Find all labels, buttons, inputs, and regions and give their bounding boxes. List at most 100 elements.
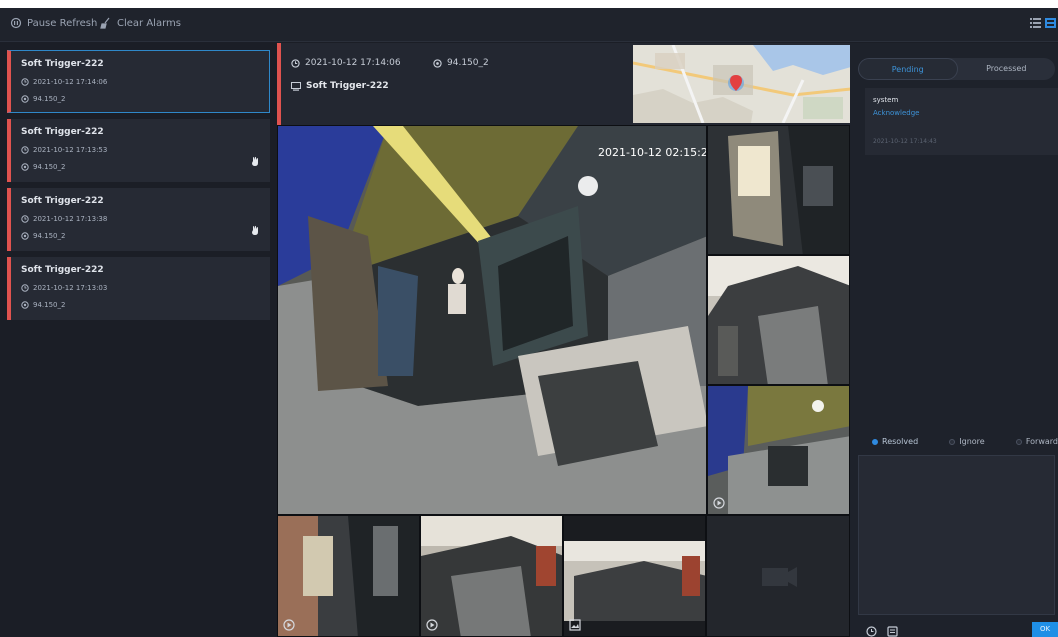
- detail-name-text: Soft Trigger-222: [306, 81, 389, 91]
- alarm-source: 94.150_2: [33, 301, 66, 309]
- playback-icon[interactable]: [283, 619, 295, 631]
- video-tile-frame: [421, 516, 562, 636]
- clear-alarms-button[interactable]: Clear Alarms: [100, 17, 181, 29]
- main-video[interactable]: 2021-10-12 02:15:20: [277, 125, 707, 515]
- alarm-source-row: 94.150_2: [21, 95, 65, 103]
- video-tile-frame: [708, 386, 849, 514]
- location-icon: [21, 95, 29, 103]
- detail-time: 2021-10-12 17:14:06: [291, 58, 401, 68]
- location-map[interactable]: [633, 45, 851, 123]
- no-video-icon: [762, 567, 797, 587]
- alarm-time: 2021-10-12 17:13:53: [33, 146, 108, 154]
- playback-icon[interactable]: [426, 619, 438, 631]
- location-icon: [433, 58, 442, 68]
- main-video-frame: 2021-10-12 02:15:20: [278, 126, 707, 514]
- video-tile-frame: [708, 126, 849, 254]
- hand-icon[interactable]: [251, 225, 260, 235]
- alarm-list: Soft Trigger-222 2021-10-12 17:14:06 94.…: [7, 50, 270, 637]
- video-tile[interactable]: [707, 385, 850, 515]
- alarm-title: Soft Trigger-222: [21, 59, 104, 69]
- process-log-entry: system Acknowledge 2021-10-12 17:14:43: [865, 88, 1058, 155]
- option-ignore-label: Ignore: [959, 437, 985, 446]
- process-options: Resolved Ignore Forward: [872, 437, 1058, 446]
- location-icon: [21, 232, 29, 240]
- detail-source-text: 94.150_2: [447, 58, 489, 68]
- video-tile[interactable]: [563, 515, 706, 637]
- detail-name: Soft Trigger-222: [291, 81, 389, 91]
- alarm-source-row: 94.150_2: [21, 232, 65, 240]
- clock-icon: [21, 215, 29, 223]
- clock-icon: [21, 284, 29, 292]
- empty-video-tile[interactable]: [706, 515, 850, 637]
- alarm-card[interactable]: Soft Trigger-222 2021-10-12 17:13:03 94.…: [7, 257, 270, 320]
- list-view-icon[interactable]: [1030, 18, 1041, 28]
- log-user: system: [873, 96, 899, 104]
- radio-icon: [949, 438, 956, 445]
- video-grid: 2021-10-12 02:15:20: [277, 125, 850, 637]
- alarm-card[interactable]: Soft Trigger-222 2021-10-12 17:13:53 94.…: [7, 119, 270, 182]
- pause-refresh-label: Pause Refresh: [27, 17, 98, 29]
- clock-icon: [21, 78, 29, 86]
- hand-icon[interactable]: [251, 156, 260, 166]
- pause-refresh-button[interactable]: Pause Refresh: [10, 17, 97, 29]
- playback-icon[interactable]: [713, 497, 725, 509]
- comment-textarea[interactable]: [858, 455, 1055, 615]
- radio-selected-icon: [872, 438, 878, 445]
- process-tabs: Pending Processed: [858, 58, 1055, 80]
- broom-icon: [100, 17, 110, 29]
- alarm-time-row: 2021-10-12 17:13:53: [21, 146, 107, 154]
- video-timestamp: 2021-10-12 02:15:20: [598, 146, 707, 159]
- alarm-detail: 2021-10-12 17:14:06 94.150_2 Soft Trigge…: [277, 43, 851, 637]
- video-tile-frame: [708, 256, 849, 384]
- refresh-icon: [10, 17, 22, 29]
- alarm-info-bar: 2021-10-12 17:14:06 94.150_2 Soft Trigge…: [277, 43, 851, 125]
- option-ignore[interactable]: Ignore: [949, 437, 985, 446]
- location-icon: [21, 301, 29, 309]
- alarm-source: 94.150_2: [33, 95, 66, 103]
- monitor-icon: [291, 81, 301, 91]
- image-icon[interactable]: [569, 619, 581, 631]
- alarm-source: 94.150_2: [33, 163, 66, 171]
- message-icon[interactable]: [887, 626, 898, 637]
- alarm-title: Soft Trigger-222: [21, 127, 104, 137]
- alarm-card[interactable]: Soft Trigger-222 2021-10-12 17:14:06 94.…: [7, 50, 270, 113]
- alarm-time: 2021-10-12 17:13:38: [33, 215, 108, 223]
- ok-button[interactable]: OK: [1032, 622, 1058, 637]
- process-panel: Pending Processed system Acknowledge 202…: [850, 43, 1058, 637]
- tab-processed[interactable]: Processed: [958, 58, 1056, 80]
- detail-time-text: 2021-10-12 17:14:06: [305, 58, 401, 68]
- clock-icon[interactable]: [866, 626, 877, 637]
- clock-icon: [291, 58, 300, 68]
- alarm-source: 94.150_2: [33, 232, 66, 240]
- comment-tools: [866, 626, 898, 637]
- alarm-title: Soft Trigger-222: [21, 265, 104, 275]
- video-tile[interactable]: [707, 125, 850, 255]
- location-icon: [21, 163, 29, 171]
- log-action: Acknowledge: [873, 109, 920, 117]
- alarm-time-row: 2021-10-12 17:13:03: [21, 284, 107, 292]
- alarm-card[interactable]: Soft Trigger-222 2021-10-12 17:13:38 94.…: [7, 188, 270, 251]
- alarm-time: 2021-10-12 17:14:06: [33, 78, 108, 86]
- alarm-source-row: 94.150_2: [21, 163, 65, 171]
- video-tile[interactable]: [707, 255, 850, 385]
- option-forward[interactable]: Forward: [1015, 437, 1058, 446]
- option-forward-label: Forward: [1025, 437, 1058, 446]
- alarm-center-window: Pause Refresh Clear Alarms Soft Trigger-…: [0, 8, 1058, 637]
- card-view-icon[interactable]: [1045, 18, 1056, 28]
- map-image: [633, 45, 851, 123]
- log-time: 2021-10-12 17:14:43: [873, 138, 937, 145]
- alarm-time-row: 2021-10-12 17:14:06: [21, 78, 107, 86]
- alarm-time-row: 2021-10-12 17:13:38: [21, 215, 107, 223]
- video-tile[interactable]: [420, 515, 563, 637]
- alarm-title: Soft Trigger-222: [21, 196, 104, 206]
- option-resolved[interactable]: Resolved: [872, 437, 918, 446]
- tab-pending[interactable]: Pending: [858, 58, 958, 80]
- toolbar: Pause Refresh Clear Alarms: [0, 8, 1058, 42]
- video-tile[interactable]: [277, 515, 420, 637]
- alarm-time: 2021-10-12 17:13:03: [33, 284, 108, 292]
- view-toggle: [1030, 18, 1056, 28]
- radio-icon: [1015, 438, 1022, 445]
- clear-alarms-label: Clear Alarms: [117, 17, 181, 29]
- video-tile-frame: [278, 516, 419, 636]
- clock-icon: [21, 146, 29, 154]
